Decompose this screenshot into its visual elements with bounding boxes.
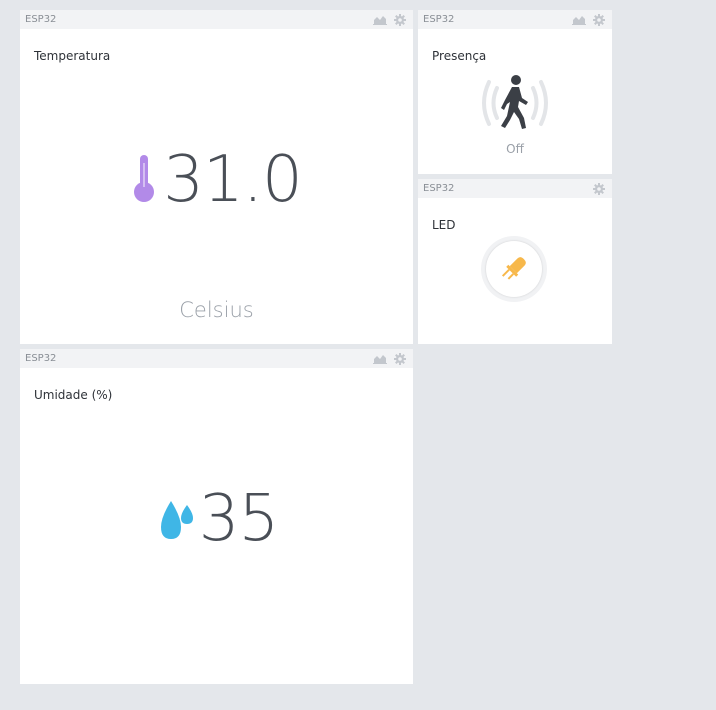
widget-header: ESP32 bbox=[20, 349, 413, 368]
presence-widget: ESP32 Presença Off bbox=[418, 10, 612, 174]
led-widget: ESP32 LED bbox=[418, 179, 612, 344]
widget-title: Presença bbox=[432, 49, 487, 63]
humidity-value: 35 bbox=[198, 482, 279, 556]
gear-icon[interactable] bbox=[592, 13, 606, 26]
device-label: ESP32 bbox=[423, 14, 455, 25]
widget-header: ESP32 bbox=[20, 10, 413, 29]
widget-header: ESP32 bbox=[418, 10, 612, 29]
humidity-reading: 35 bbox=[20, 479, 413, 559]
presence-state: Off bbox=[506, 142, 524, 156]
temperature-reading: 31.0 bbox=[20, 140, 413, 220]
led-icon bbox=[501, 257, 526, 280]
chart-icon[interactable] bbox=[572, 13, 586, 26]
temperature-unit: Celsius bbox=[179, 298, 254, 322]
device-label: ESP32 bbox=[25, 14, 57, 25]
device-label: ESP32 bbox=[25, 353, 57, 364]
chart-icon[interactable] bbox=[373, 352, 387, 365]
humidity-widget: ESP32 Umidade (%) 35 bbox=[20, 349, 413, 684]
widget-title: Temperatura bbox=[34, 49, 111, 63]
temperature-value: 31.0 bbox=[163, 143, 302, 217]
led-toggle-button[interactable] bbox=[481, 236, 547, 302]
thermometer-icon bbox=[131, 153, 157, 207]
led-toggle-face[interactable] bbox=[486, 241, 542, 297]
temperature-widget: ESP32 Temperatura 31.0 Celsius bbox=[20, 10, 413, 344]
device-label: ESP32 bbox=[423, 183, 455, 194]
chart-icon[interactable] bbox=[373, 13, 387, 26]
motion-sensor-icon bbox=[418, 74, 612, 132]
widget-title: Umidade (%) bbox=[34, 388, 113, 402]
gear-icon[interactable] bbox=[393, 13, 407, 26]
widget-title: LED bbox=[432, 218, 456, 232]
widget-header: ESP32 bbox=[418, 179, 612, 198]
gear-icon[interactable] bbox=[592, 182, 606, 195]
water-drops-icon bbox=[155, 493, 195, 545]
gear-icon[interactable] bbox=[393, 352, 407, 365]
